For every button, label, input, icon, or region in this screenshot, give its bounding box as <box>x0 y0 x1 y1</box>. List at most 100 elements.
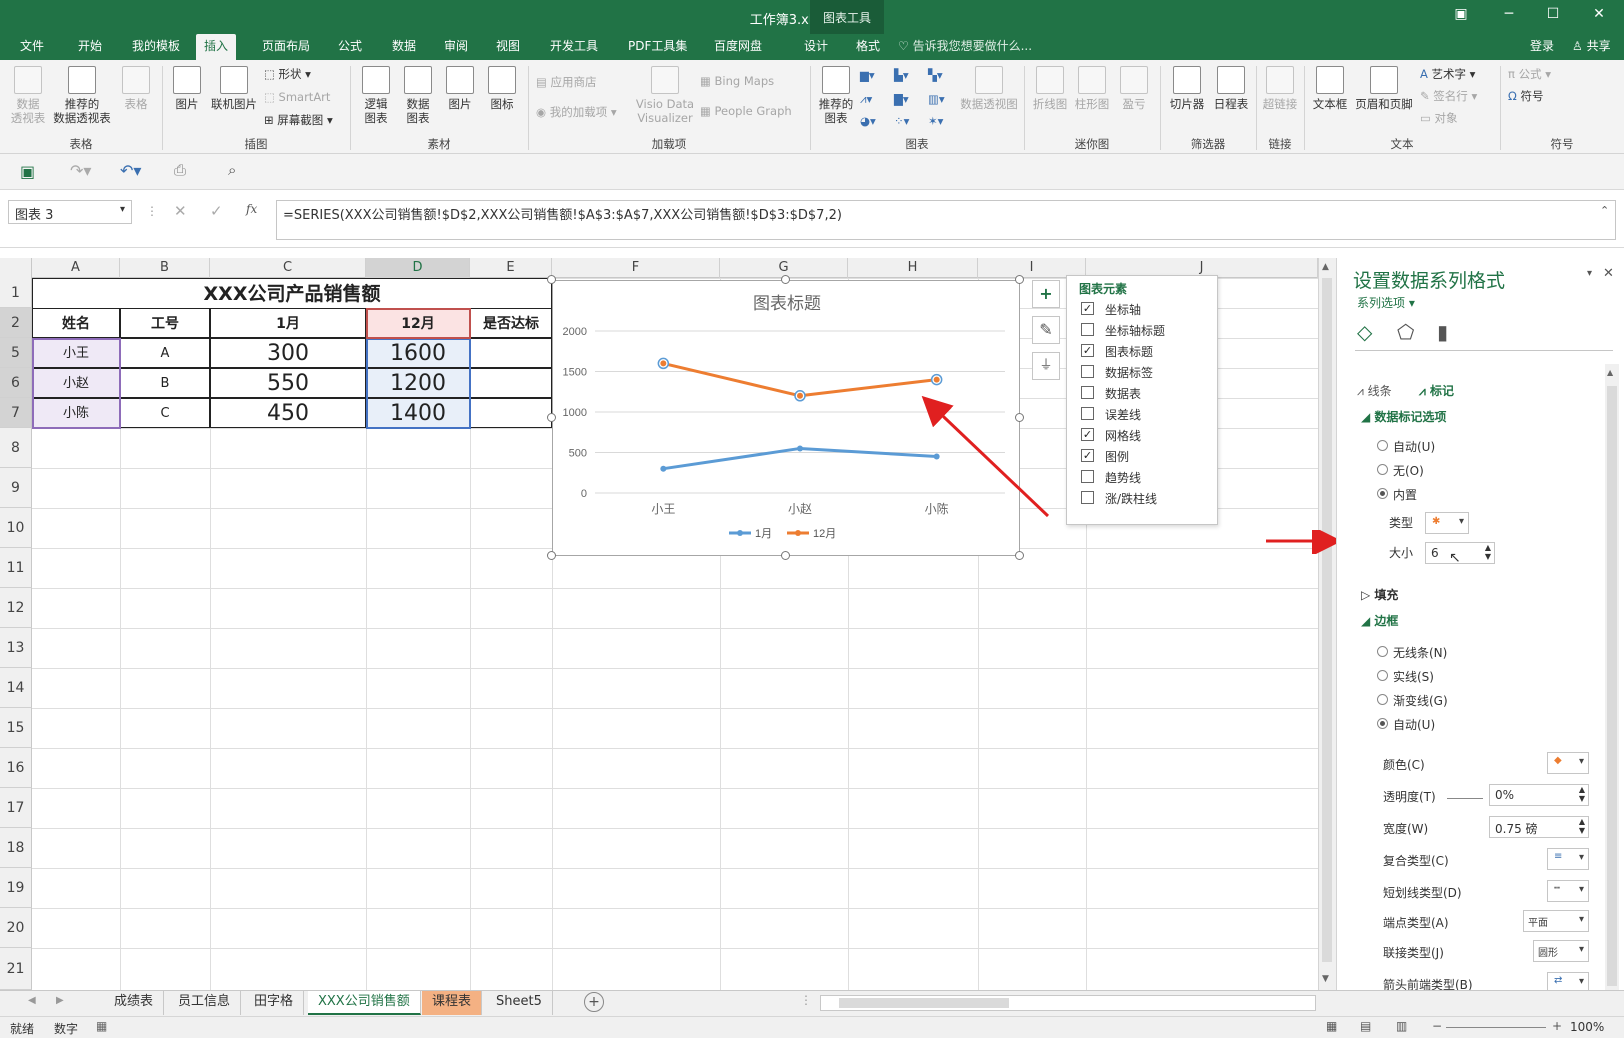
timeline-button[interactable]: 日程表 <box>1210 66 1252 111</box>
zoom-level[interactable]: 100% <box>1570 1020 1604 1034</box>
online-picture-button[interactable]: 联机图片 <box>206 66 262 111</box>
sheet-tab-grid[interactable]: 田字格 <box>244 991 305 1015</box>
row-header-14[interactable]: 14 <box>0 668 32 708</box>
table-cell[interactable]: 300 <box>210 338 366 368</box>
tab-pdf-tools[interactable]: PDF工具集 <box>620 34 695 60</box>
row-header-1[interactable]: 1 <box>0 278 32 308</box>
sheet-tab-scores[interactable]: 成绩表 <box>104 991 165 1015</box>
compound-type-dropdown[interactable]: ≡ ▾ <box>1547 848 1589 870</box>
pane-close-icon[interactable]: ✕ <box>1603 266 1614 281</box>
h-scroll-thumb[interactable] <box>839 998 1009 1008</box>
radar-chart-button[interactable]: ✶▾ <box>928 114 943 128</box>
column-header-d[interactable]: D <box>366 258 470 278</box>
marker-builtin-radio[interactable] <box>1377 488 1388 499</box>
table-header-cell[interactable]: 是否达标 <box>470 308 552 338</box>
join-type-dropdown[interactable]: 圆形 ▾ <box>1533 940 1589 962</box>
tab-my-templates[interactable]: 我的模板 <box>124 34 188 60</box>
bing-maps-button[interactable]: ▦ Bing Maps <box>700 74 774 88</box>
resize-handle[interactable] <box>547 275 556 284</box>
gradient-line-radio[interactable] <box>1377 694 1388 705</box>
tab-developer[interactable]: 开发工具 <box>542 34 606 60</box>
enter-icon[interactable]: ✓ <box>210 202 223 220</box>
fill-line-tab-icon[interactable]: ◇ <box>1357 320 1372 344</box>
row-header-12[interactable]: 12 <box>0 588 32 628</box>
row-header-2[interactable]: 2 <box>0 308 32 338</box>
width-input[interactable]: 0.75 磅 ▲ ▼ <box>1489 816 1589 838</box>
sheet-tab-employees[interactable]: 员工信息 <box>168 991 242 1015</box>
row-header-5[interactable]: 5 <box>0 338 32 368</box>
row-header-13[interactable]: 13 <box>0 628 32 668</box>
marker-options-section[interactable]: ◢ 数据标记选项 <box>1361 408 1446 425</box>
table-cell[interactable] <box>470 398 552 428</box>
spinner-icon[interactable]: ▲ ▼ <box>1485 543 1491 561</box>
zoom-in-icon[interactable]: + <box>1552 1019 1562 1033</box>
pane-scroll-thumb[interactable] <box>1607 386 1617 986</box>
chart-filter-icon[interactable]: ⏚ <box>1032 352 1060 380</box>
table-cell[interactable] <box>470 368 552 398</box>
row-header-18[interactable]: 18 <box>0 828 32 868</box>
screenshot-button[interactable]: ⊞ 屏幕截图 ▾ <box>264 112 333 128</box>
macro-record-icon[interactable]: ▦ <box>96 1019 107 1033</box>
row-header-16[interactable]: 16 <box>0 748 32 788</box>
resize-handle[interactable] <box>547 413 556 422</box>
combo-chart-button[interactable]: ▥▾ <box>928 92 945 106</box>
row-header-11[interactable]: 11 <box>0 548 32 588</box>
row-header-20[interactable]: 20 <box>0 908 32 948</box>
effects-tab-icon[interactable]: ⬠ <box>1397 320 1414 344</box>
print-preview-icon[interactable]: ⎙ <box>174 161 186 179</box>
chart-styles-brush-icon[interactable]: ✎ <box>1032 316 1060 344</box>
chart-element-checkbox[interactable]: ✓ <box>1081 344 1094 357</box>
vertical-scrollbar[interactable]: ▲ ▼ <box>1318 258 1336 990</box>
tab-format[interactable]: 格式 <box>848 34 888 60</box>
pane-scrollbar[interactable]: ▲ <box>1605 364 1619 1014</box>
tab-insert[interactable]: 插入 <box>196 34 237 60</box>
next-sheet-icon[interactable]: ▶ <box>56 995 64 1006</box>
transparency-slider[interactable] <box>1447 798 1483 799</box>
resize-handle[interactable] <box>1015 275 1024 284</box>
tab-data[interactable]: 数据 <box>384 34 424 60</box>
statistic-chart-button[interactable]: ▇▾ <box>894 92 909 106</box>
marker-type-dropdown[interactable]: ✱ ▾ <box>1425 512 1469 534</box>
zoom-preview-icon[interactable]: ⌕ <box>228 161 236 179</box>
table-cell[interactable]: A <box>120 338 210 368</box>
row-header-10[interactable]: 10 <box>0 508 32 548</box>
row-header-17[interactable]: 17 <box>0 788 32 828</box>
spinner-icon[interactable]: ▲ ▼ <box>1579 817 1585 835</box>
tab-baidu-netdisk[interactable]: 百度网盘 <box>706 34 770 60</box>
no-line-radio[interactable] <box>1377 646 1388 657</box>
row-header-9[interactable]: 9 <box>0 468 32 508</box>
signature-line-button[interactable]: ✎ 签名行 ▾ <box>1420 88 1477 104</box>
sheet-tab-sales[interactable]: XXX公司销售额 <box>308 991 421 1015</box>
hierarchy-chart-button[interactable]: ▙▾ <box>894 68 909 82</box>
formula-input[interactable]: =SERIES(XXX公司销售额!$D$2,XXX公司销售额!$A$3:$A$7… <box>276 200 1616 240</box>
series-options-tab-icon[interactable]: ▮ <box>1437 320 1448 344</box>
resize-handle[interactable] <box>781 275 790 284</box>
data-chart-button[interactable]: 数据 图表 <box>398 66 438 125</box>
tab-view[interactable]: 视图 <box>488 34 528 60</box>
resize-handle[interactable] <box>547 551 556 560</box>
table-header-cell[interactable]: 姓名 <box>32 308 120 338</box>
chart-element-checkbox[interactable] <box>1081 365 1094 378</box>
visio-button[interactable]: Visio Data Visualizer <box>634 66 696 125</box>
prev-sheet-icon[interactable]: ◀ <box>28 995 36 1006</box>
pane-options-icon[interactable]: ▾ <box>1587 268 1592 279</box>
minimize-icon[interactable]: ─ <box>1494 6 1524 22</box>
column-header-h[interactable]: H <box>848 258 978 278</box>
undo-icon[interactable]: ↶▾ <box>120 161 141 180</box>
resize-handle[interactable] <box>781 551 790 560</box>
table-cell[interactable]: C <box>120 398 210 428</box>
row-header-15[interactable]: 15 <box>0 708 32 748</box>
column-header-a[interactable]: A <box>32 258 120 278</box>
row-header-8[interactable]: 8 <box>0 428 32 468</box>
smartart-button[interactable]: ⬚ SmartArt <box>264 90 330 104</box>
sparkline-column-button[interactable]: 柱形图 <box>1072 66 1112 111</box>
pivot-chart-button[interactable]: 数据透视图 <box>958 66 1020 111</box>
column-header-b[interactable]: B <box>120 258 210 278</box>
login-link[interactable]: 登录 <box>1522 34 1562 60</box>
close-icon[interactable]: ✕ <box>1584 6 1614 22</box>
symbol-button[interactable]: Ω 符号 <box>1508 88 1543 104</box>
color-picker[interactable]: ◆ ▾ <box>1547 752 1589 774</box>
line-subtab[interactable]: ⩘ 线条 <box>1357 382 1392 399</box>
column-header-c[interactable]: C <box>210 258 366 278</box>
ribbon-display-icon[interactable]: ▣ <box>1446 6 1476 22</box>
